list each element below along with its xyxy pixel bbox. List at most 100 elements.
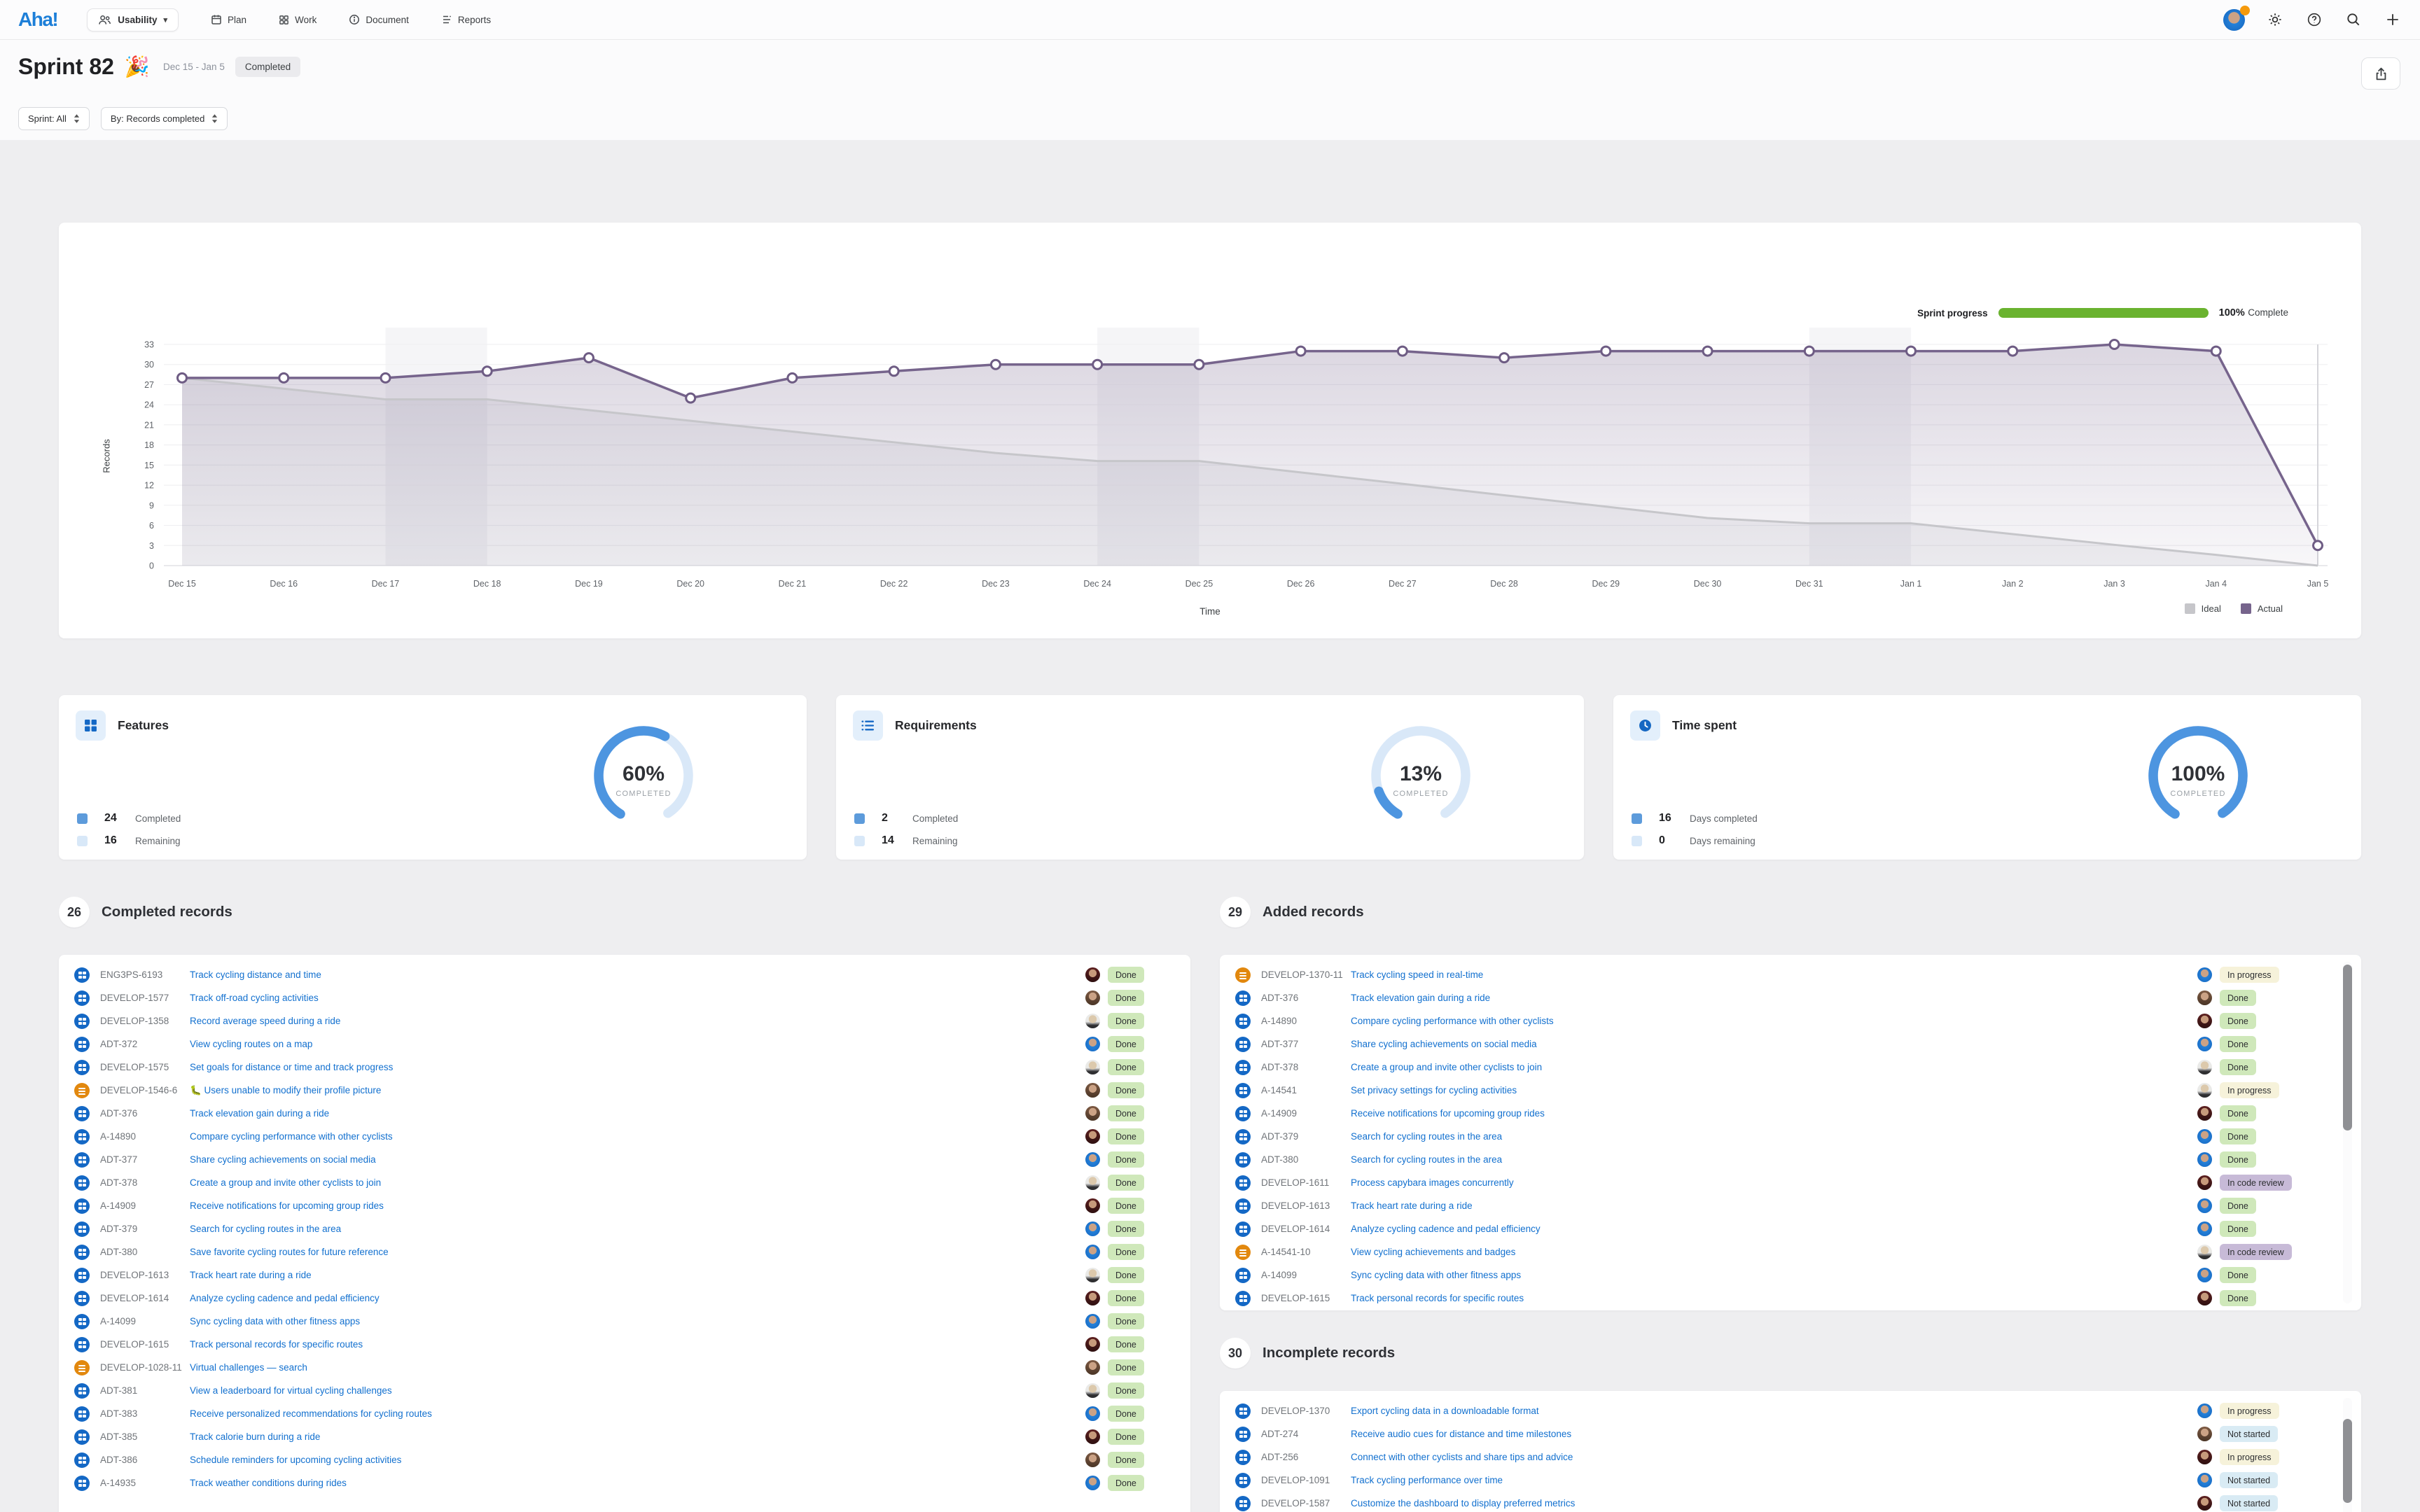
record-link[interactable]: Sync cycling data with other fitness app… — [1351, 1270, 2197, 1280]
record-link[interactable]: Process capybara images concurrently — [1351, 1177, 2197, 1188]
record-link[interactable]: Track cycling speed in real-time — [1351, 969, 2197, 980]
record-id: A-14099 — [1261, 1270, 1351, 1280]
record-id: DEVELOP-1611 — [1261, 1177, 1351, 1188]
assignee-avatar — [1085, 1245, 1100, 1259]
icon-glyph — [1239, 1477, 1243, 1480]
help-icon[interactable] — [2305, 10, 2323, 29]
record-row: ADT-380Search for cycling routes in the … — [1220, 1148, 2361, 1171]
record-link[interactable]: Sync cycling data with other fitness app… — [190, 1316, 1085, 1326]
scrollbar[interactable] — [2343, 962, 2352, 1303]
nav-item-plan[interactable]: Plan — [211, 14, 246, 25]
status-column: Done — [1085, 1013, 1175, 1029]
record-row: ADT-372View cycling routes on a mapDone — [59, 1032, 1190, 1056]
icon-glyph — [78, 1064, 82, 1068]
scrollbar-thumb[interactable] — [2343, 1419, 2352, 1503]
record-link[interactable]: Customize the dashboard to display prefe… — [1351, 1498, 2197, 1508]
assignee-avatar — [2197, 967, 2212, 982]
record-link[interactable]: View cycling achievements and badges — [1351, 1247, 2197, 1257]
record-row: DEVELOP-1613Track heart rate during a ri… — [59, 1264, 1190, 1287]
sprint-filter-dropdown[interactable]: Sprint: All — [18, 107, 90, 130]
assignee-avatar — [1085, 1268, 1100, 1282]
status-badge: Done — [2220, 1198, 2256, 1214]
record-id: DEVELOP-1614 — [100, 1293, 190, 1303]
status-badge: Not started — [2220, 1472, 2278, 1488]
gear-icon[interactable] — [2266, 10, 2284, 29]
record-link[interactable]: Search for cycling routes in the area — [1351, 1131, 2197, 1142]
record-link[interactable]: Track cycling performance over time — [1351, 1475, 2197, 1485]
stat-swatch — [1632, 813, 1642, 824]
record-link[interactable]: Create a group and invite other cyclists… — [190, 1177, 1085, 1188]
user-avatar[interactable] — [2223, 9, 2245, 31]
feature-icon — [1235, 1106, 1251, 1121]
record-link[interactable]: Record average speed during a ride — [190, 1016, 1085, 1026]
record-link[interactable]: Compare cycling performance with other c… — [1351, 1016, 2197, 1026]
record-link[interactable]: Export cycling data in a downloadable fo… — [1351, 1406, 2197, 1416]
record-link[interactable]: Track elevation gain during a ride — [1351, 993, 2197, 1003]
feature-icon — [74, 1014, 90, 1029]
record-link[interactable]: View a leaderboard for virtual cycling c… — [190, 1385, 1085, 1396]
record-link[interactable]: Share cycling achievements on social med… — [1351, 1039, 2197, 1049]
record-link[interactable]: Set goals for distance or time and track… — [190, 1062, 1085, 1072]
record-link[interactable]: Track personal records for specific rout… — [190, 1339, 1085, 1350]
record-row: ADT-376Track elevation gain during a rid… — [59, 1102, 1190, 1125]
status-column: Done — [1085, 1175, 1175, 1191]
status-badge: Done — [1108, 1244, 1144, 1260]
record-link[interactable]: Analyze cycling cadence and pedal effici… — [190, 1293, 1085, 1303]
record-link[interactable]: Track cycling distance and time — [190, 969, 1085, 980]
record-id: A-14890 — [100, 1131, 190, 1142]
record-link[interactable]: Compare cycling performance with other c… — [190, 1131, 1085, 1142]
feature-icon — [1235, 1198, 1251, 1214]
record-link[interactable]: Virtual challenges — search — [190, 1362, 1085, 1373]
legend-label: Actual — [2258, 603, 2283, 614]
record-link[interactable]: Search for cycling routes in the area — [190, 1224, 1085, 1234]
workspace-switcher[interactable]: Usability ▾ — [87, 8, 179, 31]
record-link[interactable]: Track weather conditions during rides — [190, 1478, 1085, 1488]
nav-item-work[interactable]: Work — [279, 15, 317, 25]
record-link[interactable]: Schedule reminders for upcoming cycling … — [190, 1455, 1085, 1465]
record-link[interactable]: Receive notifications for upcoming group… — [1351, 1108, 2197, 1119]
record-link[interactable]: Create a group and invite other cyclists… — [1351, 1062, 2197, 1072]
icon-glyph — [78, 1180, 82, 1183]
record-link[interactable]: Receive personalized recommendations for… — [190, 1408, 1085, 1419]
record-link[interactable]: Connect with other cyclists and share ti… — [1351, 1452, 2197, 1462]
record-link[interactable]: 🐛 Users unable to modify their profile p… — [190, 1085, 1085, 1096]
record-link[interactable]: Receive audio cues for distance and time… — [1351, 1429, 2197, 1439]
record-link[interactable]: Track calorie burn during a ride — [190, 1432, 1085, 1442]
status-badge: Not started — [2220, 1495, 2278, 1511]
feature-icon — [74, 1337, 90, 1352]
record-link[interactable]: Track heart rate during a ride — [1351, 1200, 2197, 1211]
nav-item-document[interactable]: Document — [349, 14, 409, 25]
nav-item-reports[interactable]: Reports — [441, 14, 491, 25]
status-column: Done — [1085, 990, 1175, 1006]
groupby-filter-dropdown[interactable]: By: Records completed — [101, 107, 228, 130]
plus-icon[interactable] — [2384, 10, 2402, 29]
status-badge: In progress — [2220, 967, 2279, 983]
record-link[interactable]: Receive notifications for upcoming group… — [190, 1200, 1085, 1211]
record-link[interactable]: View cycling routes on a map — [190, 1039, 1085, 1049]
icon-glyph — [78, 1088, 85, 1089]
record-link[interactable]: Track elevation gain during a ride — [190, 1108, 1085, 1119]
card-head: Time spent — [1630, 710, 1737, 741]
scrollbar[interactable] — [2343, 1398, 2352, 1512]
share-button[interactable] — [2361, 57, 2400, 90]
legend-item: Ideal — [2185, 603, 2221, 614]
record-link[interactable]: Track heart rate during a ride — [190, 1270, 1085, 1280]
record-link[interactable]: Share cycling achievements on social med… — [190, 1154, 1085, 1165]
record-link[interactable]: Track off-road cycling activities — [190, 993, 1085, 1003]
record-link[interactable]: Set privacy settings for cycling activit… — [1351, 1085, 2197, 1096]
record-link[interactable]: Search for cycling routes in the area — [1351, 1154, 2197, 1165]
scrollbar-thumb[interactable] — [2343, 965, 2352, 1130]
search-icon[interactable] — [2344, 10, 2363, 29]
record-link[interactable]: Save favorite cycling routes for future … — [190, 1247, 1085, 1257]
record-row: A-14541Set privacy settings for cycling … — [1220, 1079, 2361, 1102]
aha-logo[interactable]: Aha! — [18, 8, 57, 31]
status-column: Not started — [2197, 1472, 2346, 1488]
stat-card-title: Time spent — [1672, 718, 1737, 733]
notification-dot — [2240, 6, 2250, 15]
record-link[interactable]: Track personal records for specific rout… — [1351, 1293, 2197, 1303]
status-column: Done — [1085, 1267, 1175, 1283]
record-link[interactable]: Analyze cycling cadence and pedal effici… — [1351, 1224, 2197, 1234]
svg-text:Dec 20: Dec 20 — [676, 579, 704, 589]
status-column: In progress — [2197, 967, 2346, 983]
icon-glyph — [78, 1249, 82, 1252]
